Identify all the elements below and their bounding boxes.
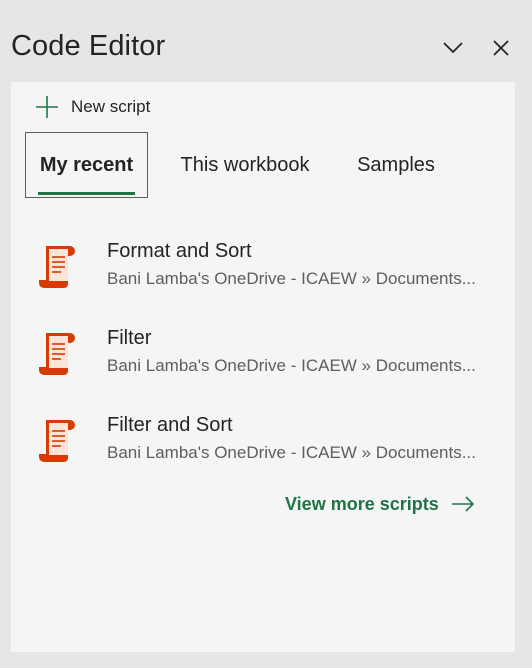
code-editor-panel: New script My recent This workbook Sampl… xyxy=(11,82,515,652)
view-more-scripts-link[interactable]: View more scripts xyxy=(285,492,475,516)
script-name: Filter and Sort xyxy=(107,414,233,436)
script-icon xyxy=(39,420,75,462)
tab-label: My recent xyxy=(39,153,134,176)
view-more-label: View more scripts xyxy=(285,493,439,514)
plus-icon xyxy=(36,96,58,118)
close-button[interactable] xyxy=(489,36,513,60)
tab-my-recent[interactable]: My recent xyxy=(25,132,148,198)
chevron-down-icon xyxy=(443,42,463,54)
new-script-button[interactable]: New script xyxy=(35,94,150,120)
script-path: Bani Lamba's OneDrive - ICAEW » Document… xyxy=(107,443,476,462)
page-title: Code Editor xyxy=(11,30,166,62)
script-icon xyxy=(39,246,75,288)
collapse-button[interactable] xyxy=(441,36,465,60)
active-tab-indicator xyxy=(38,192,135,195)
script-list-item[interactable]: Format and Sort Bani Lamba's OneDrive - … xyxy=(35,240,505,300)
script-path: Bani Lamba's OneDrive - ICAEW » Document… xyxy=(107,269,476,288)
script-path: Bani Lamba's OneDrive - ICAEW » Document… xyxy=(107,356,476,375)
script-name: Format and Sort xyxy=(107,240,252,262)
new-script-label: New script xyxy=(71,97,151,116)
tab-label: This workbook xyxy=(180,153,310,176)
script-list-item[interactable]: Filter Bani Lamba's OneDrive - ICAEW » D… xyxy=(35,327,505,387)
tab-this-workbook[interactable]: This workbook xyxy=(175,132,315,198)
arrow-right-icon xyxy=(451,496,475,512)
script-name: Filter xyxy=(107,327,152,349)
tab-bar: My recent This workbook Samples xyxy=(25,132,505,200)
script-icon xyxy=(39,333,75,375)
close-icon xyxy=(493,40,509,56)
tab-label: Samples xyxy=(357,153,435,176)
tab-samples[interactable]: Samples xyxy=(355,132,437,198)
script-list-item[interactable]: Filter and Sort Bani Lamba's OneDrive - … xyxy=(35,414,505,474)
